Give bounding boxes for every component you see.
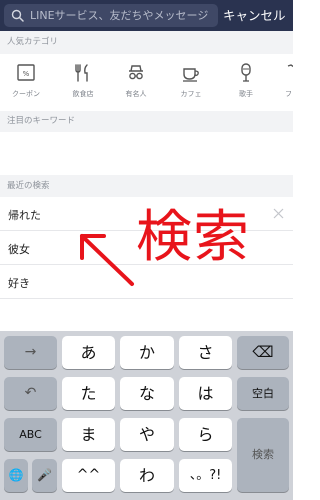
key-search[interactable]: 検索 (237, 418, 289, 492)
key-ma[interactable]: ま (62, 418, 115, 451)
key-globe[interactable]: 🌐 (4, 459, 28, 492)
annotation-text: 検索 (136, 205, 250, 270)
key-emoticon[interactable]: ^^ (62, 459, 115, 492)
globe-icon: 🌐 (8, 468, 24, 482)
key-backspace[interactable]: ⌫ (237, 336, 289, 369)
category-celebrity[interactable]: 有名人 (110, 54, 162, 111)
recent-searches-header: 最近の検索 (0, 175, 293, 197)
coupon-icon: % (17, 64, 35, 81)
key-abc[interactable]: ABC (4, 418, 57, 451)
category-label: 有名人 (125, 90, 147, 98)
key-next-arrow[interactable]: → (4, 336, 57, 369)
key-na[interactable]: な (120, 377, 174, 410)
microphone-icon (241, 63, 251, 82)
trending-keywords-header: 注目のキーワード (0, 111, 293, 132)
close-icon[interactable] (273, 208, 284, 219)
top-bar: キャンセル (0, 0, 293, 31)
key-ha[interactable]: は (179, 377, 232, 410)
category-fashion[interactable]: ファ (266, 54, 293, 111)
key-ka[interactable]: か (120, 336, 174, 369)
popular-categories-header: 人気カテゴリ (0, 31, 293, 54)
category-row: % クーポン 飲食店 有名人 カフェ 歌手 フ (0, 54, 293, 111)
keyboard: → あ か さ ⌫ ↶ た な は 空白 ABC ま や ら 検索 🌐 🎤 ^^… (0, 331, 293, 500)
category-cafe[interactable]: カフェ (165, 54, 217, 111)
search-input[interactable] (30, 6, 214, 25)
category-label: ファ (285, 90, 293, 98)
microphone-icon: 🎤 (37, 468, 52, 482)
recent-search-text: 彼女 (8, 243, 30, 256)
category-label: クーポン (12, 90, 40, 98)
category-restaurant[interactable]: 飲食店 (57, 54, 109, 111)
backspace-icon: ⌫ (252, 343, 274, 361)
key-a[interactable]: あ (62, 336, 115, 369)
svg-text:%: % (23, 70, 30, 78)
key-ya[interactable]: や (120, 418, 174, 451)
recent-search-text: 好き (8, 277, 30, 290)
undo-icon: ↶ (24, 385, 37, 401)
key-sa[interactable]: さ (179, 336, 232, 369)
trending-keywords-area (0, 132, 293, 175)
key-punctuation[interactable]: 、。?! (179, 459, 232, 492)
fashion-icon (287, 64, 293, 68)
fork-knife-icon (75, 64, 88, 82)
search-box[interactable] (4, 4, 218, 27)
key-wa[interactable]: わ (120, 459, 174, 492)
category-coupon[interactable]: % クーポン (0, 54, 52, 111)
key-space[interactable]: 空白 (237, 377, 289, 410)
key-dictation[interactable]: 🎤 (32, 459, 57, 492)
cafe-cup-icon (183, 68, 199, 82)
recent-search-text: 帰れた (8, 209, 41, 222)
category-singer[interactable]: 歌手 (220, 54, 272, 111)
search-icon (11, 9, 24, 22)
category-label: 飲食店 (72, 90, 94, 98)
annotation-arrow-icon (80, 234, 134, 286)
cancel-button[interactable]: キャンセル (223, 0, 293, 31)
key-undo[interactable]: ↶ (4, 377, 57, 410)
recent-search-item[interactable]: 好き (0, 265, 293, 299)
category-label: カフェ (180, 90, 202, 98)
celebrity-icon (129, 65, 143, 80)
key-ta[interactable]: た (62, 377, 115, 410)
key-ra[interactable]: ら (179, 418, 232, 451)
category-label: 歌手 (239, 90, 253, 98)
